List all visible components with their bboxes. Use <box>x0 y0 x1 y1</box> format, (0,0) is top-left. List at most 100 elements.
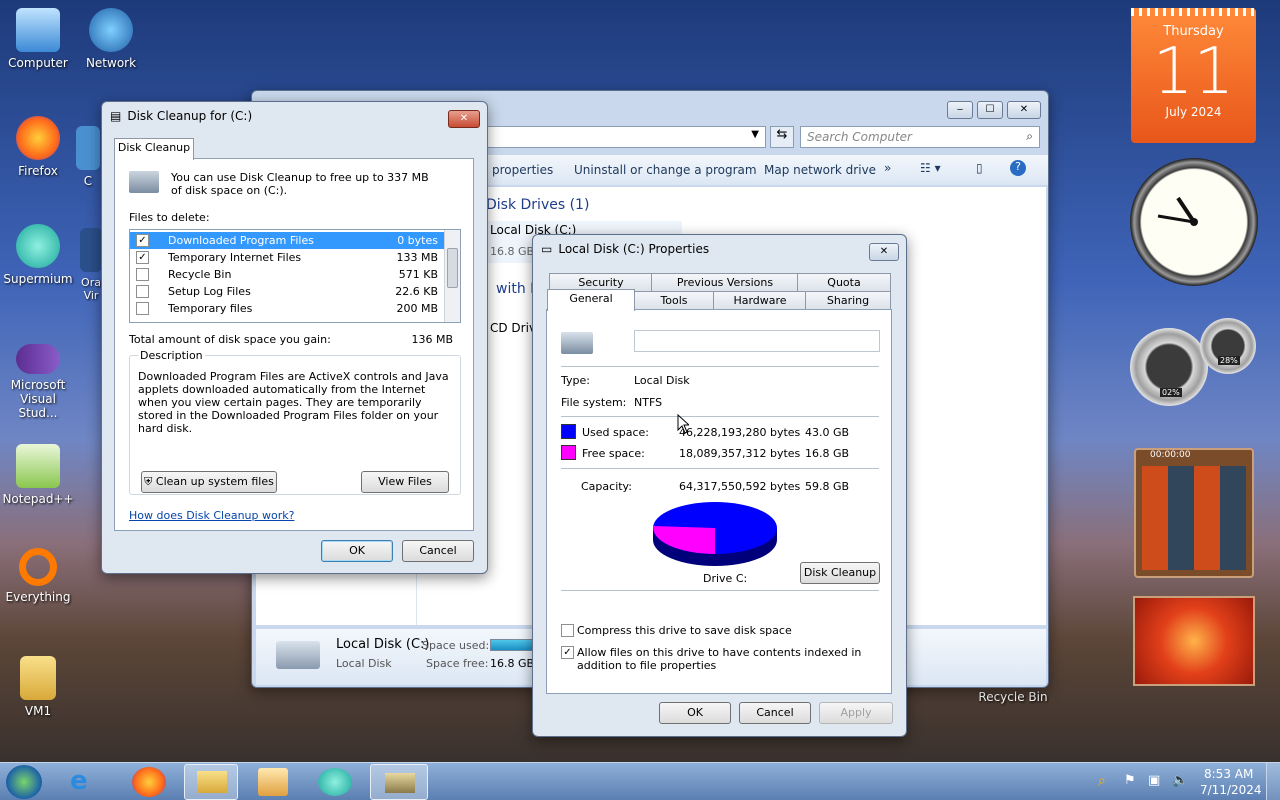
drive-label: Drive C: <box>703 572 748 585</box>
view-options-icon[interactable]: ☷ ▾ <box>920 161 941 175</box>
desktop-icon-partial-c[interactable]: C <box>73 126 103 188</box>
desktop-icon-vm1[interactable]: VM1 <box>0 656 76 718</box>
puzzle-gadget[interactable]: 00:00:00 <box>1134 448 1254 578</box>
tab-hardware[interactable]: Hardware <box>713 291 807 309</box>
cleanup-icon: ▤ <box>110 109 122 123</box>
checkbox[interactable]: ✓ <box>136 234 149 247</box>
desktop-icon-network[interactable]: Network <box>73 8 149 70</box>
apply-button[interactable]: Apply <box>819 702 893 724</box>
search-input[interactable]: Search Computer ⌕ <box>800 126 1040 148</box>
list-item[interactable]: ✓ Downloaded Program Files 0 bytes <box>130 232 444 249</box>
disk-cleanup-button[interactable]: Disk Cleanup <box>800 562 880 584</box>
chevron-down-icon[interactable]: ▼ <box>751 129 759 140</box>
desktop-icon-everything[interactable]: Everything <box>0 548 76 604</box>
checkbox[interactable]: ✓ <box>136 251 149 264</box>
properties-titlebar: ▭ Local Disk (C:) Properties <box>541 242 710 256</box>
description-label: Description <box>138 349 205 362</box>
checkbox[interactable] <box>136 302 149 315</box>
desktop-icon-recycle-bin[interactable]: Recycle Bin <box>973 690 1053 704</box>
drive-icon <box>561 332 593 354</box>
used-space-gb: 43.0 GB <box>805 426 850 439</box>
file-system-value: NTFS <box>634 396 663 409</box>
folder-icon <box>20 656 56 700</box>
files-list[interactable]: ✓ Downloaded Program Files 0 bytes ✓ Tem… <box>129 229 461 323</box>
checkbox[interactable] <box>136 268 149 281</box>
close-button[interactable]: ✕ <box>1007 101 1041 119</box>
list-item[interactable]: Recycle Bin 571 KB <box>130 266 444 283</box>
cleanup-panel: You can use Disk Cleanup to free up to 3… <box>114 158 474 531</box>
toolbar-more[interactable]: » <box>884 161 891 175</box>
taskbar-firefox[interactable] <box>132 767 166 797</box>
flag-icon[interactable]: ⚑ <box>1124 773 1136 788</box>
clock-gadget[interactable] <box>1130 158 1258 286</box>
compress-checkbox[interactable] <box>561 624 574 637</box>
free-space-label: Free space: <box>582 447 645 460</box>
taskbar-media-player[interactable] <box>258 768 288 796</box>
capacity-bytes: 64,317,550,592 bytes <box>679 480 801 493</box>
list-item[interactable]: Temporary files 200 MB <box>130 300 444 317</box>
help-icon[interactable]: ? <box>1010 160 1026 176</box>
maximize-button[interactable]: ☐ <box>977 101 1003 119</box>
firefox-icon <box>16 116 60 160</box>
start-button[interactable] <box>6 765 42 799</box>
section-hard-disk: Disk Drives (1) <box>486 197 590 213</box>
desktop-icon-firefox[interactable]: Firefox <box>0 116 76 178</box>
clean-up-system-files-button[interactable]: ⛨ Clean up system files <box>141 471 277 493</box>
scrollbar-thumb[interactable] <box>447 248 458 288</box>
cpu-meter-gadget[interactable]: 02% 28% <box>1130 318 1256 406</box>
tab-quota[interactable]: Quota <box>797 273 891 291</box>
desktop-icon-supermium[interactable]: Supermium <box>0 224 76 286</box>
preview-pane-icon[interactable]: ▯ <box>976 161 983 175</box>
cancel-button[interactable]: Cancel <box>402 540 474 562</box>
taskbar-supermium[interactable] <box>318 768 352 796</box>
ok-button[interactable]: OK <box>659 702 731 724</box>
network-tray-icon[interactable]: ▣ <box>1148 773 1160 788</box>
clock-date[interactable]: 7/11/2024 <box>1200 783 1262 797</box>
visual-studio-icon <box>16 344 60 374</box>
volume-muted-icon[interactable]: 🔈 <box>1172 773 1188 788</box>
drive-small-icon: ▭ <box>541 242 553 256</box>
taskbar-explorer[interactable] <box>184 764 238 800</box>
slideshow-gadget[interactable] <box>1133 596 1255 686</box>
desktop-icon-computer[interactable]: Computer <box>0 8 76 70</box>
type-label: Type: <box>561 374 590 387</box>
cancel-button[interactable]: Cancel <box>739 702 811 724</box>
disk-cleanup-dialog[interactable]: ▤ Disk Cleanup for (C:) ✕ Disk Cleanup Y… <box>101 101 488 574</box>
space-used-label: Space used: <box>422 639 490 652</box>
tab-sharing[interactable]: Sharing <box>805 291 891 309</box>
ie-icon: e <box>70 766 88 796</box>
toolbar-map-drive[interactable]: Map network drive <box>764 163 876 177</box>
free-space-gb: 16.8 GB <box>805 447 850 460</box>
help-link[interactable]: How does Disk Cleanup work? <box>129 509 294 522</box>
close-button[interactable]: ✕ <box>448 110 480 128</box>
ram-readout: 28% <box>1218 356 1240 365</box>
clock-time[interactable]: 8:53 AM <box>1204 767 1253 781</box>
minimize-button[interactable]: ‒ <box>947 101 973 119</box>
show-desktop-button[interactable] <box>1266 763 1280 800</box>
toolbar-uninstall[interactable]: Uninstall or change a program <box>574 163 757 177</box>
ok-button[interactable]: OK <box>321 540 393 562</box>
tab-tools[interactable]: Tools <box>633 291 715 309</box>
volume-name-input[interactable] <box>634 330 880 352</box>
search-tray-icon[interactable]: ⌕ <box>1098 773 1106 789</box>
tab-general[interactable]: General <box>547 289 635 311</box>
tab-previous-versions[interactable]: Previous Versions <box>651 273 799 291</box>
taskbar-disk-cleanup[interactable] <box>370 764 428 800</box>
properties-dialog[interactable]: ▭ Local Disk (C:) Properties ✕ Security … <box>532 234 907 737</box>
taskbar-ie[interactable]: e <box>70 766 110 798</box>
compress-label: Compress this drive to save disk space <box>577 624 792 637</box>
checkbox[interactable] <box>136 285 149 298</box>
toolbar-properties[interactable]: properties <box>492 163 553 177</box>
index-checkbox[interactable]: ✓ <box>561 646 574 659</box>
index-label: Allow files on this drive to have conten… <box>577 646 862 672</box>
list-item[interactable]: ✓ Temporary Internet Files 133 MB <box>130 249 444 266</box>
desktop-icon-notepadpp[interactable]: Notepad++ <box>0 444 76 506</box>
desktop-icon-visual-studio[interactable]: Microsoft Visual Stud... <box>0 344 76 420</box>
refresh-icon[interactable]: ⇆ <box>770 126 794 148</box>
scrollbar[interactable] <box>444 230 460 322</box>
view-files-button[interactable]: View Files <box>361 471 449 493</box>
list-item[interactable]: Setup Log Files 22.6 KB <box>130 283 444 300</box>
calendar-gadget[interactable]: Thursday 11 July 2024 <box>1131 8 1256 143</box>
tab-disk-cleanup[interactable]: Disk Cleanup <box>114 138 194 160</box>
close-button[interactable]: ✕ <box>869 243 899 261</box>
